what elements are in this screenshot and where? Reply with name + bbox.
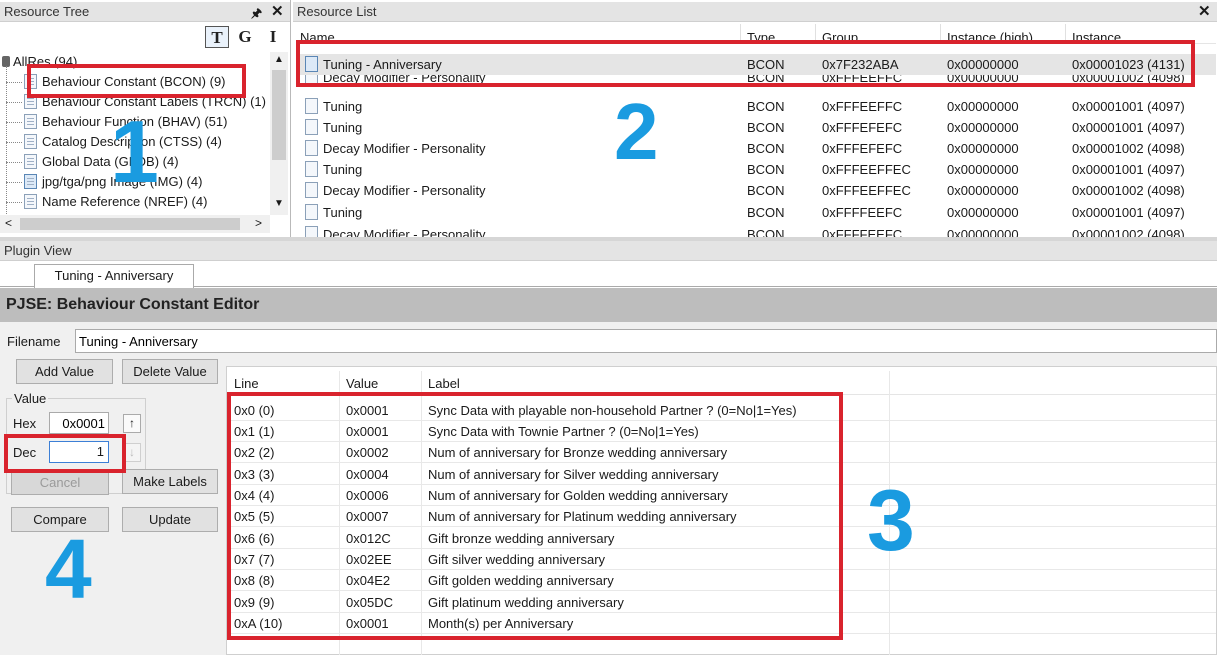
table-row[interactable]: 0x5 (5) 0x0007 Num of anniversary for Plat… (228, 506, 1216, 527)
file-icon (305, 182, 318, 198)
table-row[interactable]: 0x4 (4) 0x0006 Num of anniversary for Gold… (228, 485, 1216, 506)
file-icon (305, 56, 318, 72)
resource-row[interactable]: Decay Modifier - Personality BCON 0xFFFE… (298, 180, 1216, 201)
table-row[interactable]: 0x6 (6) 0x012C Gift bronze wedding anniver… (228, 528, 1216, 549)
col-value[interactable]: Value (346, 371, 378, 397)
resource-row[interactable]: Decay Modifier - Personality BCON 0xFFFE… (298, 75, 1216, 89)
dec-field[interactable]: 1 (49, 441, 109, 463)
resource-row[interactable]: Decay Modifier - Personality BCON 0xFFFE… (298, 138, 1216, 159)
annotation-number-2: 2 (614, 87, 659, 176)
table-header: Line Value Label (228, 371, 1216, 395)
table-row[interactable]: 0x8 (8) 0x04E2 Gift golden wedding anniver… (228, 570, 1216, 591)
filename-field[interactable] (75, 329, 1217, 353)
filename-label: Filename (7, 334, 61, 349)
arrow-down-icon: ↓ (129, 445, 135, 459)
hex-field[interactable] (49, 412, 109, 434)
table-row[interactable]: 0x2 (2) 0x0002 Num of anniversary for Bron… (228, 442, 1216, 463)
file-icon (305, 119, 318, 135)
table-row[interactable]: 0x7 (7) 0x02EE Gift silver wedding anniver… (228, 549, 1216, 570)
hex-label: Hex (13, 416, 37, 431)
editor-title-bar: PJSE: Behaviour Constant Editor (0, 288, 1217, 322)
file-icon (305, 161, 318, 177)
dec-label: Dec (13, 445, 37, 460)
annotation-number-3: 3 (867, 473, 915, 569)
value-group-label: Value (12, 391, 49, 406)
arrow-down-button[interactable]: ↓ (123, 443, 141, 462)
plugin-view-header: Plugin View (0, 241, 1217, 261)
editor-title: PJSE: Behaviour Constant Editor (6, 296, 260, 313)
dec-value: 1 (96, 444, 104, 459)
table-row[interactable]: 0x0 (0) 0x0001 Sync Data with playable non… (228, 400, 1216, 421)
update-button[interactable]: Update (122, 507, 218, 532)
resource-row[interactable]: Tuning BCON 0xFFFEEFFEC 0x00000000 0x000… (298, 159, 1216, 180)
cancel-button[interactable]: Cancel (11, 470, 109, 495)
table-row[interactable]: 0x9 (9) 0x05DC Gift platinum wedding anniv… (228, 592, 1216, 613)
annotation-number-4: 4 (45, 522, 92, 616)
resource-row[interactable]: Tuning BCON 0xFFFEEFFC 0x00000000 0x0000… (298, 96, 1216, 117)
resource-row[interactable]: Decay Modifier - Personality BCON 0xFFFF… (298, 224, 1216, 237)
file-icon (305, 75, 318, 87)
table-row[interactable]: 0xA (10) 0x0001 Month(s) per Anniversary (228, 613, 1216, 634)
resource-list-rows: Tuning - Anniversary BCON 0x7F232ABA 0x0… (0, 0, 1217, 237)
resource-row-selected[interactable]: Tuning - Anniversary BCON 0x7F232ABA 0x0… (298, 54, 1216, 75)
file-icon (305, 98, 318, 114)
table-row[interactable]: 0x3 (3) 0x0004 Num of anniversary for Silv… (228, 464, 1216, 485)
table-row[interactable]: 0x1 (1) 0x0001 Sync Data with Townie Partn… (228, 421, 1216, 442)
arrow-up-button[interactable]: ↑ (123, 414, 141, 433)
file-icon (305, 204, 318, 220)
plugin-view-title: Plugin View (4, 243, 72, 258)
delete-value-button[interactable]: Delete Value (122, 359, 218, 384)
add-value-button[interactable]: Add Value (16, 359, 113, 384)
resource-row[interactable]: Tuning BCON 0xFFFEFEFC 0x00000000 0x0000… (298, 117, 1216, 138)
file-icon (305, 226, 318, 237)
tab-tuning-anniversary[interactable]: Tuning - Anniversary (34, 264, 194, 288)
make-labels-button[interactable]: Make Labels (122, 469, 218, 494)
resource-row[interactable]: Tuning BCON 0xFFFFEEFC 0x00000000 0x0000… (298, 202, 1216, 223)
arrow-up-icon: ↑ (129, 416, 135, 430)
annotation-number-1: 1 (110, 102, 159, 201)
col-line[interactable]: Line (234, 371, 259, 397)
file-icon (305, 140, 318, 156)
col-label[interactable]: Label (428, 371, 460, 397)
